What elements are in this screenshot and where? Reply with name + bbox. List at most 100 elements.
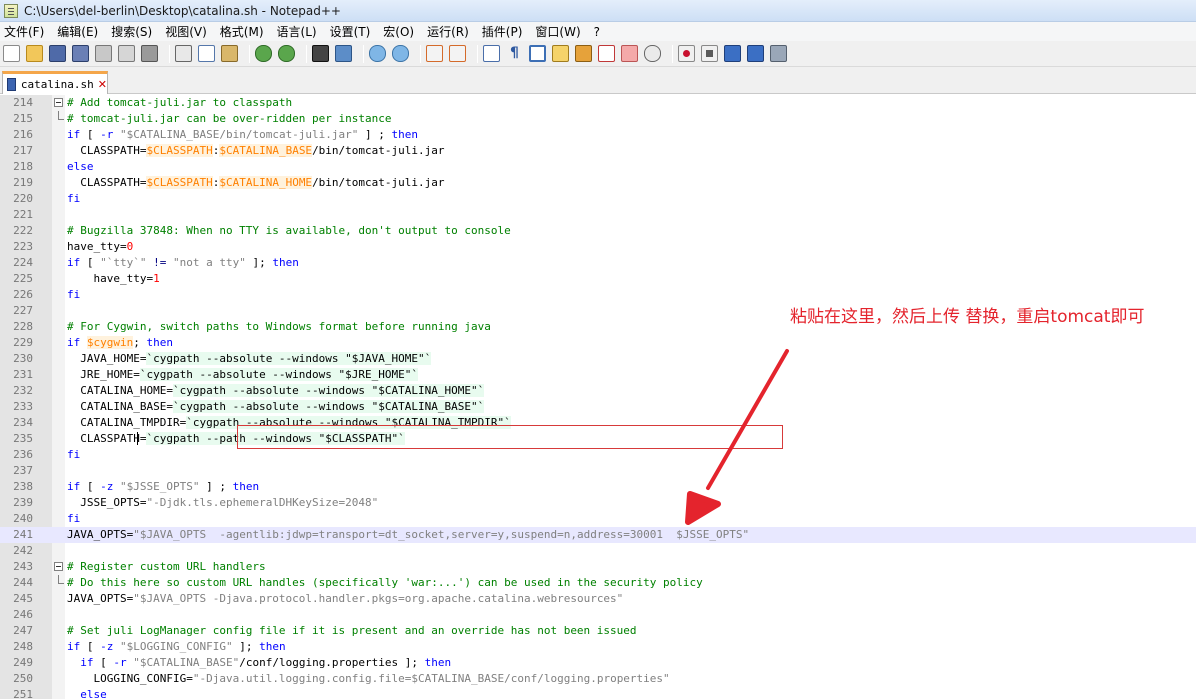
undo-icon[interactable]: [255, 45, 272, 62]
close-all-icon[interactable]: [118, 45, 135, 62]
replace-icon[interactable]: [335, 45, 352, 62]
print-icon[interactable]: [141, 45, 158, 62]
doc-map-icon[interactable]: [575, 45, 592, 62]
code-line[interactable]: 242: [0, 543, 1196, 559]
stop-icon[interactable]: [701, 45, 718, 62]
code-line[interactable]: 249 if [ -r "$CATALINA_BASE"/conf/loggin…: [0, 655, 1196, 671]
code-line[interactable]: 219 CLASSPATH=$CLASSPATH:$CATALINA_HOME/…: [0, 175, 1196, 191]
code-line[interactable]: 238 if [ -z "$JSSE_OPTS" ] ; then: [0, 479, 1196, 495]
toolbar-separator: [306, 44, 307, 63]
code-line[interactable]: 247 # Set juli LogManager config file if …: [0, 623, 1196, 639]
menu-item[interactable]: ?: [594, 25, 600, 39]
copy-icon[interactable]: [198, 45, 215, 62]
code-line[interactable]: 251 else: [0, 687, 1196, 699]
code-text: if [ -z "$JSSE_OPTS" ] ; then: [67, 479, 259, 495]
code-token: $CLASSPATH: [146, 144, 213, 157]
code-line[interactable]: 250 LOGGING_CONFIG="-Djava.util.logging.…: [0, 671, 1196, 687]
redo-icon[interactable]: [278, 45, 295, 62]
line-number: 222: [13, 224, 33, 237]
code-line[interactable]: 245 JAVA_OPTS="$JAVA_OPTS -Djava.protocol…: [0, 591, 1196, 607]
menu-item[interactable]: 文件(F): [4, 23, 44, 40]
menu-item[interactable]: 窗口(W): [535, 23, 580, 40]
play-icon[interactable]: [724, 45, 741, 62]
code-line[interactable]: 237: [0, 463, 1196, 479]
menu-item[interactable]: 编辑(E): [57, 23, 98, 40]
code-line[interactable]: 241 JAVA_OPTS="$JAVA_OPTS -agentlib:jdwp=…: [0, 527, 1196, 543]
menu-item[interactable]: 视图(V): [165, 23, 207, 40]
code-line[interactable]: 239 JSSE_OPTS="-Djdk.tls.ephemeralDHKeyS…: [0, 495, 1196, 511]
toolbar-separator: [477, 44, 478, 63]
sync-v-icon[interactable]: [426, 45, 443, 62]
code-line[interactable]: 225 have_tty=1: [0, 271, 1196, 287]
monitor-icon[interactable]: [644, 45, 661, 62]
menu-item[interactable]: 格式(M): [220, 23, 264, 40]
play-multi-icon[interactable]: [747, 45, 764, 62]
code-line[interactable]: 236 fi: [0, 447, 1196, 463]
code-line[interactable]: 243 # Register custom URL handlers: [0, 559, 1196, 575]
paste-icon[interactable]: [221, 45, 238, 62]
save-macro-icon[interactable]: [770, 45, 787, 62]
fold-collapse-icon[interactable]: [54, 98, 63, 107]
zoom-in-icon[interactable]: [369, 45, 386, 62]
code-line[interactable]: 220 fi: [0, 191, 1196, 207]
menu-item[interactable]: 设置(T): [330, 23, 371, 40]
find-icon[interactable]: [312, 45, 329, 62]
code-line[interactable]: 229 if $cygwin; then: [0, 335, 1196, 351]
save-icon[interactable]: [49, 45, 66, 62]
code-token: $cygwin: [86, 336, 134, 349]
code-line[interactable]: 246: [0, 607, 1196, 623]
menu-item[interactable]: 语言(L): [277, 23, 317, 40]
tab-close-icon[interactable]: ✕: [98, 78, 107, 91]
line-number: 227: [13, 304, 33, 317]
code-token: 0: [126, 240, 134, 253]
zoom-out-icon[interactable]: [392, 45, 409, 62]
code-line[interactable]: 240 fi: [0, 511, 1196, 527]
close-icon[interactable]: [95, 45, 112, 62]
code-line[interactable]: 224 if [ "`tty`" != "not a tty" ]; then: [0, 255, 1196, 271]
code-text: CATALINA_HOME=`cygpath --absolute --wind…: [67, 383, 485, 399]
code-line[interactable]: 244 # Do this here so custom URL handles …: [0, 575, 1196, 591]
code-line[interactable]: 230 JAVA_HOME=`cygpath --absolute --wind…: [0, 351, 1196, 367]
tab-catalina-sh[interactable]: catalina.sh ✕: [2, 71, 108, 94]
code-line[interactable]: 217 CLASSPATH=$CLASSPATH:$CATALINA_BASE/…: [0, 143, 1196, 159]
lang-icon[interactable]: [552, 45, 569, 62]
sync-h-icon[interactable]: [449, 45, 466, 62]
code-line[interactable]: 214 # Add tomcat-juli.jar to classpath: [0, 95, 1196, 111]
wrap-icon[interactable]: [483, 45, 500, 62]
func-list-icon[interactable]: [598, 45, 615, 62]
line-number: 242: [13, 544, 33, 557]
code-text: JSSE_OPTS="-Djdk.tls.ephemeralDHKeySize=…: [67, 495, 378, 511]
line-number: 236: [13, 448, 33, 461]
code-line[interactable]: 232 CATALINA_HOME=`cygpath --absolute --…: [0, 383, 1196, 399]
code-token: ];: [245, 256, 273, 269]
code-line[interactable]: 216 if [ -r "$CATALINA_BASE/bin/tomcat-ju…: [0, 127, 1196, 143]
cut-icon[interactable]: [175, 45, 192, 62]
code-line[interactable]: 233 CATALINA_BASE=`cygpath --absolute --…: [0, 399, 1196, 415]
code-line[interactable]: 223 have_tty=0: [0, 239, 1196, 255]
code-line[interactable]: 222 # Bugzilla 37848: When no TTY is avai…: [0, 223, 1196, 239]
menu-item[interactable]: 插件(P): [482, 23, 523, 40]
open-folder-icon[interactable]: [26, 45, 43, 62]
code-line[interactable]: 226 fi: [0, 287, 1196, 303]
editor-pane[interactable]: 214 # Add tomcat-juli.jar to classpath 215…: [0, 95, 1196, 699]
menu-item[interactable]: 搜索(S): [111, 23, 152, 40]
code-text: else: [67, 687, 107, 699]
line-number: 225: [13, 272, 33, 285]
code-token: ] ;: [199, 480, 233, 493]
code-line[interactable]: 221: [0, 207, 1196, 223]
code-line[interactable]: 248 if [ -z "$LOGGING_CONFIG" ]; then: [0, 639, 1196, 655]
indent-guide-icon[interactable]: [529, 45, 546, 62]
new-file-icon[interactable]: [3, 45, 20, 62]
code-line[interactable]: 215 # tomcat-juli.jar can be over-ridden …: [0, 111, 1196, 127]
code-line[interactable]: 231 JRE_HOME=`cygpath --absolute --windo…: [0, 367, 1196, 383]
menu-item[interactable]: 宏(O): [383, 23, 414, 40]
all-chars-icon[interactable]: ¶: [506, 45, 523, 62]
code-token: `cygpath --absolute --windows "$CATALINA…: [172, 384, 485, 397]
code-line[interactable]: 218 else: [0, 159, 1196, 175]
rec-icon[interactable]: [678, 45, 695, 62]
menu-item[interactable]: 运行(R): [427, 23, 469, 40]
save-all-icon[interactable]: [72, 45, 89, 62]
code-text: # For Cygwin, switch paths to Windows fo…: [67, 319, 491, 335]
fold-collapse-icon[interactable]: [54, 562, 63, 571]
folder-icon[interactable]: [621, 45, 638, 62]
